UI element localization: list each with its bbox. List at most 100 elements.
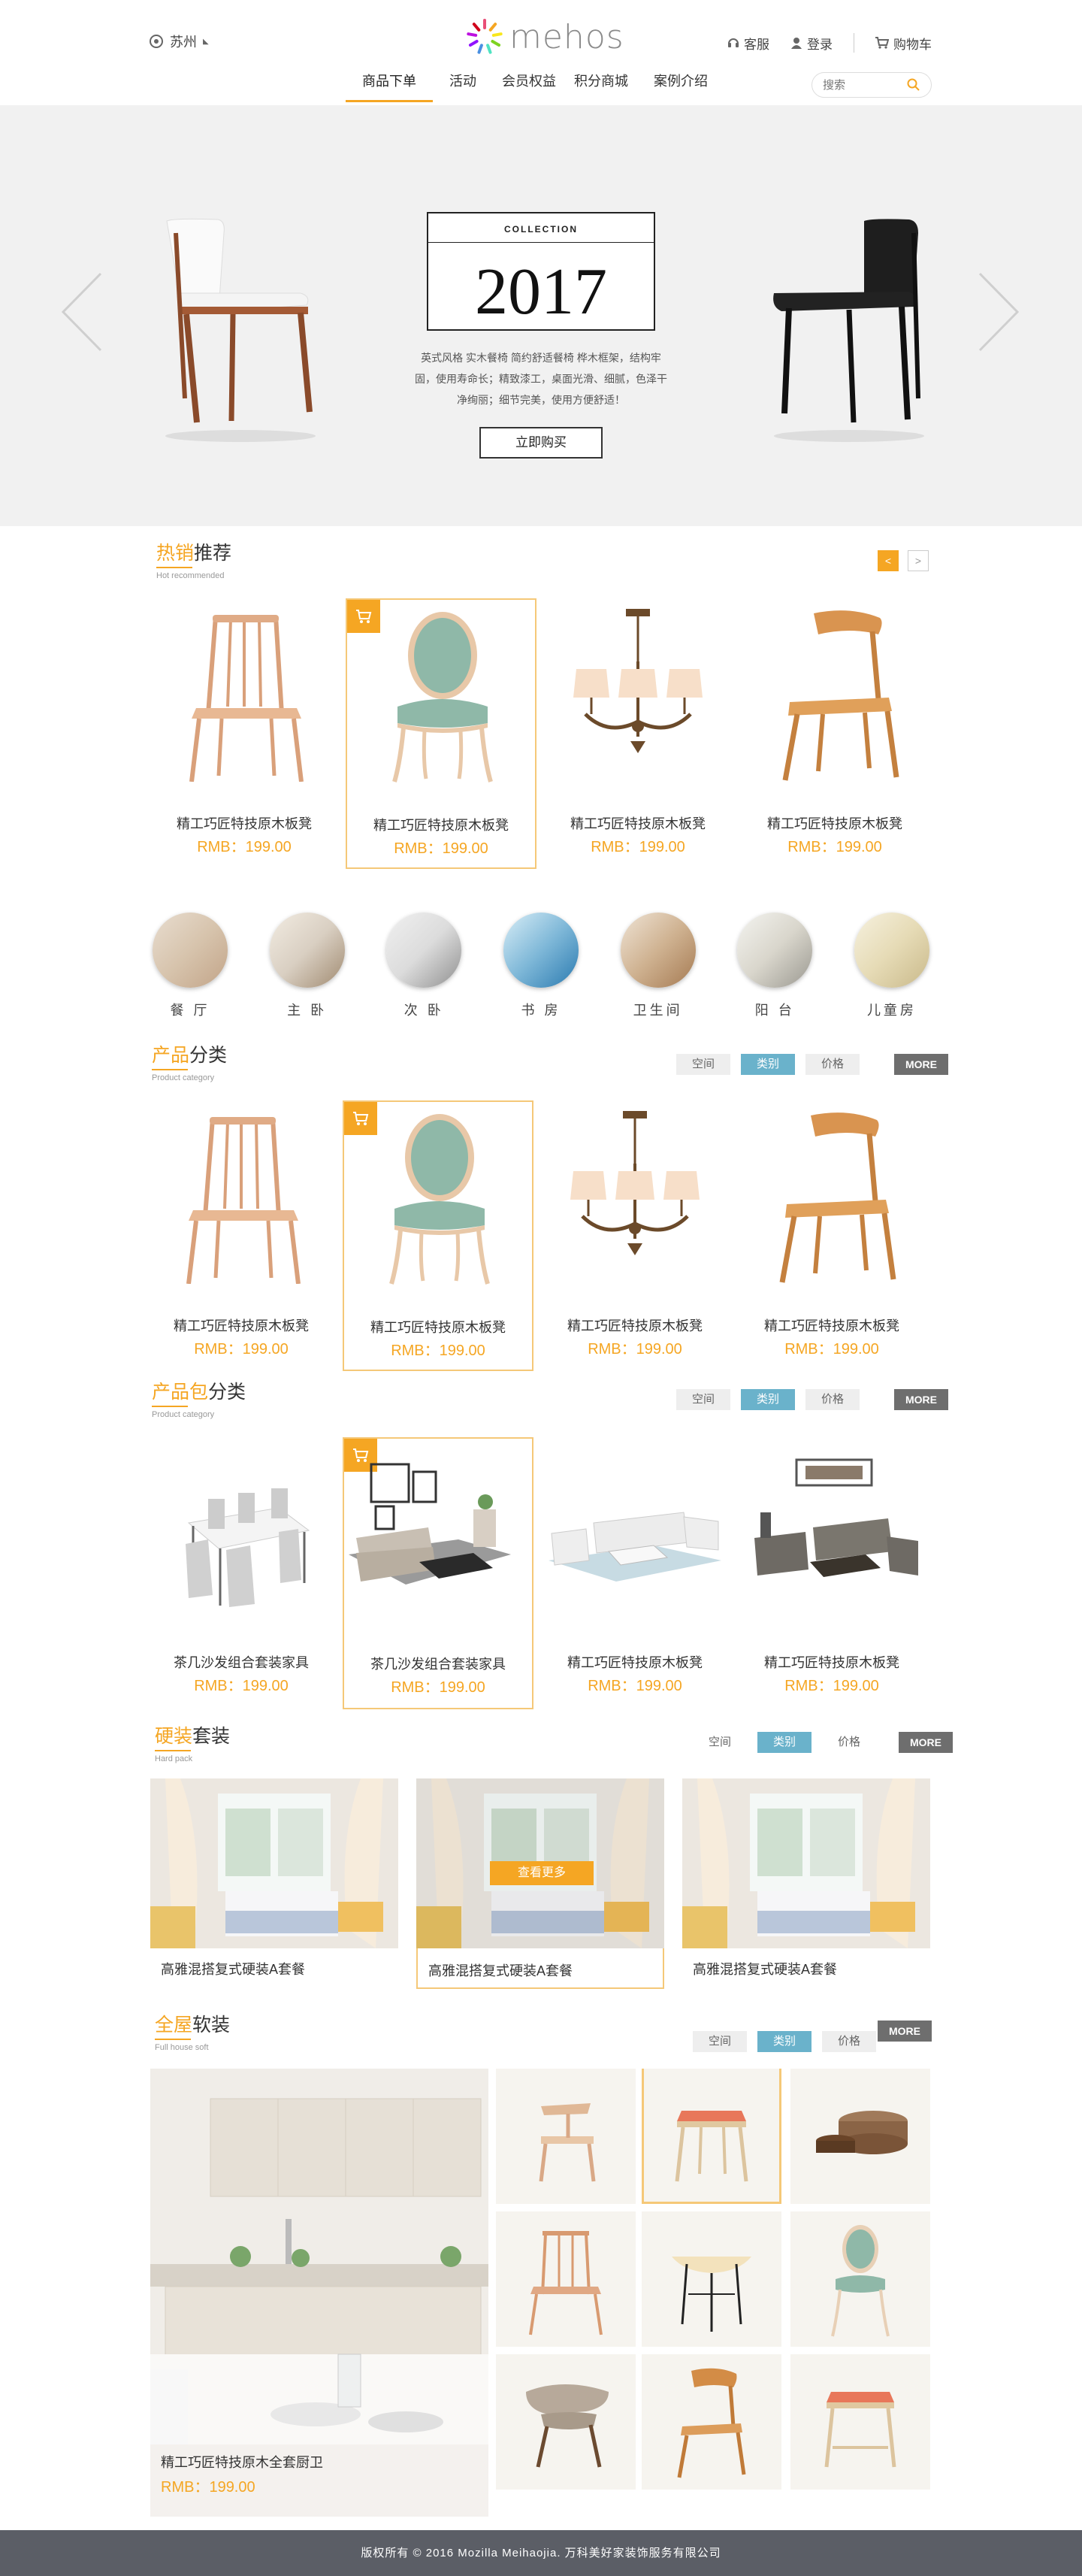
- collection-box: COLLECTION 2017: [427, 212, 655, 331]
- more-button[interactable]: MORE: [878, 2021, 932, 2042]
- product-price: RMB：199.00: [394, 840, 488, 857]
- more-button[interactable]: MORE: [894, 1054, 948, 1075]
- banner-desc-line: 净绚丽；细节完美，使用方便舒适！: [457, 394, 625, 406]
- nav-item-points-mall[interactable]: 积分商城: [565, 72, 637, 104]
- feature-price: RMB：199.00: [161, 2479, 255, 2496]
- teal-upholstered-chair-image: [389, 1114, 490, 1285]
- room-thumbnail: [737, 913, 813, 988]
- logo[interactable]: mehos: [464, 17, 624, 57]
- product-name: 精工巧匠特技原木板凳: [370, 1320, 506, 1335]
- nav-item-cases[interactable]: 案例介绍: [637, 72, 724, 104]
- room-item-master-bedroom[interactable]: 主 卧: [266, 913, 349, 1019]
- section-title: 热销推荐: [156, 538, 231, 565]
- filter-price[interactable]: 价格: [822, 2031, 876, 2052]
- filter-price[interactable]: 价格: [822, 1732, 876, 1753]
- more-button[interactable]: MORE: [894, 1389, 948, 1410]
- soft-filters: 空间 类别 价格: [693, 2031, 876, 2052]
- black-chair-image: [773, 219, 924, 442]
- filter-price[interactable]: 价格: [805, 1054, 860, 1075]
- wood-spindle-chair-image: [186, 1117, 301, 1284]
- soft-item-tile[interactable]: [496, 2211, 636, 2347]
- soft-item-tile[interactable]: [642, 2354, 781, 2490]
- product-card[interactable]: 精工巧匠特技原木板凳 RMB：199.00: [343, 1100, 533, 1371]
- room-item-second-bedroom[interactable]: 次 卧: [382, 913, 465, 1019]
- login-link[interactable]: 登录: [790, 34, 833, 53]
- product-name: 精工巧匠特技原木板凳: [570, 816, 706, 831]
- prev-arrow-icon[interactable]: [59, 271, 104, 368]
- feature-card[interactable]: 精工巧匠特技原木全套厨卫 RMB：199.00: [150, 2069, 488, 2517]
- product-card[interactable]: 精工巧匠特技原木板凳 RMB：199.00: [539, 1437, 730, 1708]
- carousel-next-button[interactable]: >: [908, 550, 929, 571]
- soft-item-tile[interactable]: [790, 2211, 930, 2347]
- filter-space[interactable]: 空间: [693, 1732, 747, 1753]
- section-subtitle: Product category: [152, 1410, 215, 1419]
- category-section-header: 产品分类 Product category: [152, 1040, 227, 1082]
- product-card[interactable]: 精工巧匠特技原木板凳 RMB：199.00: [149, 598, 340, 869]
- search-icon[interactable]: [907, 78, 920, 92]
- banner-desc-line: 英式风格 实木餐椅 简约舒适餐椅 桦木框架，结构牢: [421, 352, 661, 364]
- filter-space[interactable]: 空间: [676, 1054, 730, 1075]
- filter-price[interactable]: 价格: [805, 1389, 860, 1410]
- filter-space[interactable]: 空间: [693, 2031, 747, 2052]
- product-card[interactable]: 茶几沙发组合套装家具 RMB：199.00: [146, 1437, 337, 1708]
- nav-item-membership[interactable]: 会员权益: [493, 72, 565, 104]
- product-card[interactable]: 茶几沙发组合套装家具 RMB：199.00: [343, 1437, 533, 1709]
- search-input[interactable]: [823, 78, 898, 92]
- product-name: 精工巧匠特技原木板凳: [764, 1318, 899, 1333]
- more-button[interactable]: MORE: [899, 1732, 953, 1753]
- carousel-prev-button[interactable]: <: [878, 550, 899, 571]
- room-item-study[interactable]: 书 房: [500, 913, 582, 1019]
- soft-item-tile[interactable]: [496, 2069, 636, 2204]
- banner-description: 英式风格 实木餐椅 简约舒适餐椅 桦木框架，结构牢 固，使用寿命长；精致漆工，桌…: [412, 347, 670, 410]
- see-more-button[interactable]: 查看更多: [490, 1861, 594, 1885]
- room-label: 儿童房: [866, 1003, 917, 1018]
- soft-item-tile[interactable]: [496, 2354, 636, 2490]
- product-card[interactable]: 精工巧匠特技原木板凳 RMB：199.00: [146, 1100, 337, 1371]
- product-price: RMB：199.00: [591, 839, 685, 855]
- suite-card[interactable]: 高雅混搭复式硬装A套餐: [682, 1778, 930, 1989]
- room-item-bathroom[interactable]: 卫生间: [617, 913, 700, 1019]
- service-link[interactable]: 客服: [727, 34, 769, 53]
- suite-card[interactable]: 查看更多 高雅混搭复式硬装A套餐: [416, 1778, 664, 1989]
- section-title-rest: 套装: [192, 1726, 231, 1747]
- room-item-kids[interactable]: 儿童房: [851, 913, 933, 1019]
- section-title: 全屋软装: [155, 2010, 230, 2037]
- product-card[interactable]: 精工巧匠特技原木板凳 RMB：199.00: [736, 1437, 927, 1708]
- room-item-dining[interactable]: 餐 厅: [149, 913, 231, 1019]
- product-card[interactable]: 精工巧匠特技原木板凳 RMB：199.00: [736, 1100, 927, 1371]
- section-title: 产品分类: [152, 1040, 227, 1067]
- soft-item-tile[interactable]: [790, 2069, 930, 2204]
- main-nav: 商品下单 活动 会员权益 积分商城 案例介绍: [346, 72, 724, 104]
- soft-item-tile[interactable]: [642, 2069, 781, 2204]
- next-arrow-icon[interactable]: [977, 271, 1022, 368]
- chandelier-image: [573, 609, 703, 753]
- filter-type[interactable]: 类别: [757, 1732, 812, 1753]
- nav-item-events[interactable]: 活动: [433, 72, 493, 104]
- cart-link[interactable]: 购物车: [875, 34, 932, 53]
- filter-type[interactable]: 类别: [757, 2031, 812, 2052]
- soft-item-tile[interactable]: [790, 2354, 930, 2490]
- hard-filters: 空间 类别 价格 MORE: [693, 1732, 953, 1753]
- product-card[interactable]: 精工巧匠特技原木板凳 RMB：199.00: [739, 598, 930, 869]
- product-price: RMB：199.00: [588, 1678, 682, 1694]
- room-thumbnail: [620, 913, 696, 988]
- room-label: 卫生间: [633, 1003, 683, 1018]
- product-card[interactable]: 精工巧匠特技原木板凳 RMB：199.00: [543, 598, 733, 869]
- nav-item-order[interactable]: 商品下单: [346, 72, 433, 104]
- filter-space[interactable]: 空间: [676, 1389, 730, 1410]
- room-item-balcony[interactable]: 阳 台: [733, 913, 816, 1019]
- room-thumbnail: [153, 913, 228, 988]
- buy-now-button[interactable]: 立即购买: [479, 427, 603, 459]
- hero-banner: COLLECTION 2017 英式风格 实木餐椅 简约舒适餐椅 桦木框架，结构…: [0, 105, 1082, 526]
- location-selector[interactable]: 苏州 ◣: [149, 32, 209, 51]
- teal-chair-image: [831, 2225, 890, 2337]
- section-title-rest: 软装: [192, 2014, 231, 2036]
- filter-type[interactable]: 类别: [741, 1054, 795, 1075]
- grey-sofa-set-image: [754, 1458, 918, 1577]
- soft-item-tile[interactable]: [642, 2211, 781, 2347]
- product-card[interactable]: 精工巧匠特技原木板凳 RMB：199.00: [346, 598, 536, 869]
- room-label: 阳 台: [754, 1003, 795, 1018]
- product-card[interactable]: 精工巧匠特技原木板凳 RMB：199.00: [539, 1100, 730, 1371]
- suite-card[interactable]: 高雅混搭复式硬装A套餐: [150, 1778, 398, 1989]
- filter-type[interactable]: 类别: [741, 1389, 795, 1410]
